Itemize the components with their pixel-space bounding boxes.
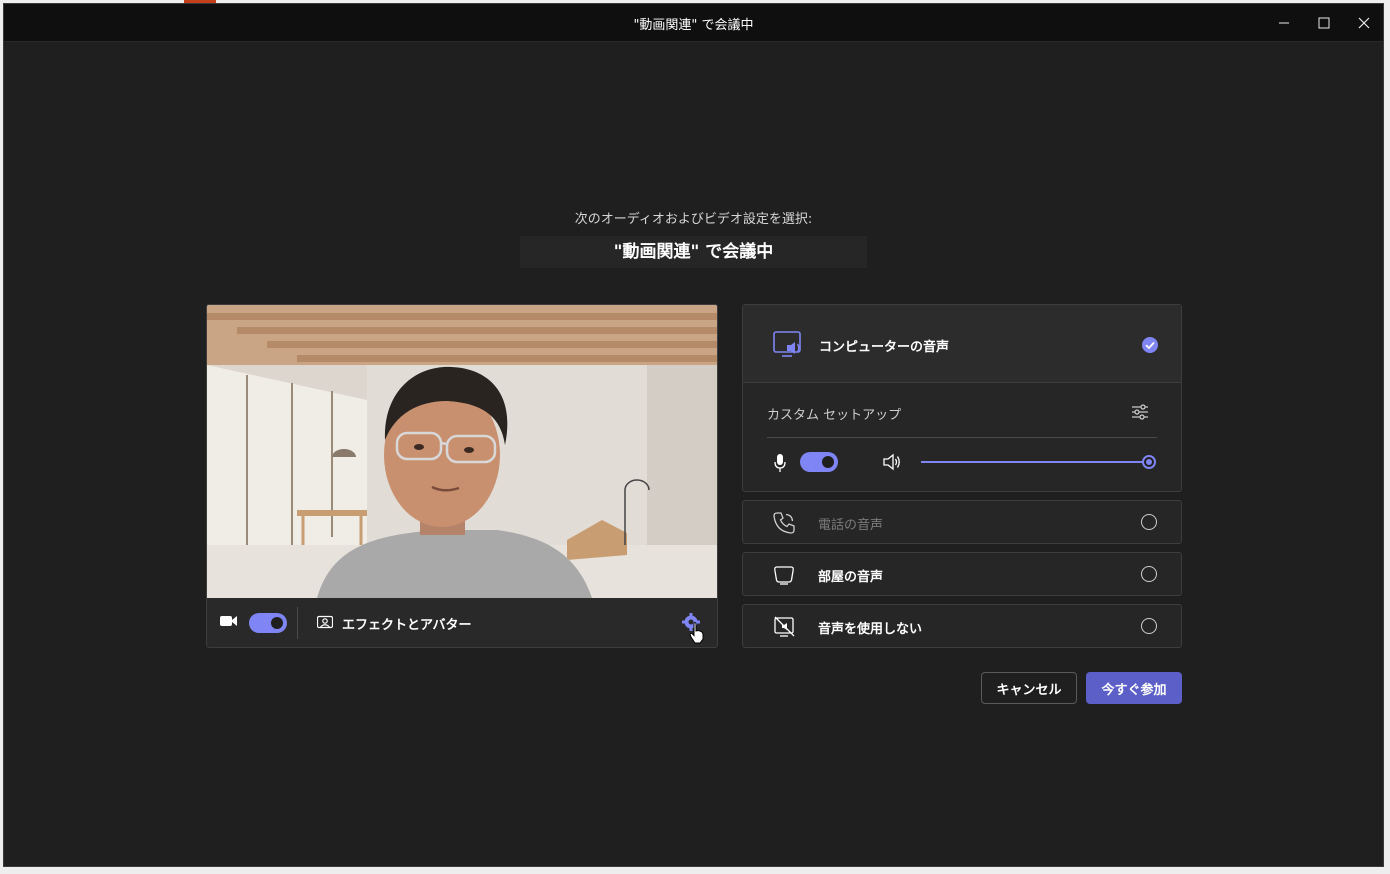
room-icon (774, 566, 794, 585)
speaker-icon (883, 453, 900, 471)
computer-audio-icon (773, 331, 801, 357)
phone-audio-option[interactable]: 電話の音声 (742, 500, 1182, 544)
computer-audio-label: コンピューターの音声 (819, 340, 950, 355)
join-now-button[interactable]: 今すぐ参加 (1086, 672, 1182, 704)
camera-icon (220, 616, 237, 626)
phone-audio-label: 電話の音声 (818, 518, 884, 533)
phone-audio-radio[interactable] (1141, 514, 1157, 530)
custom-setup-label: カスタム セットアップ (767, 408, 902, 423)
effects-avatars-button[interactable]: エフェクトとアバター (342, 614, 471, 633)
toolbar-divider (297, 607, 298, 639)
close-icon (1358, 17, 1370, 29)
no-audio-icon (774, 616, 795, 637)
maximize-icon (1318, 17, 1330, 29)
camera-preview-image (207, 305, 717, 598)
computer-audio-card: コンピューターの音声 カスタム セットアップ (742, 304, 1182, 492)
window-title: "動画関連" で会議中 (633, 18, 754, 33)
no-audio-radio[interactable] (1141, 618, 1157, 634)
room-audio-label: 部屋の音声 (818, 570, 884, 585)
minimize-button[interactable] (1264, 4, 1304, 42)
minimize-icon (1279, 22, 1289, 24)
close-button[interactable] (1344, 4, 1383, 42)
microphone-toggle[interactable] (800, 452, 838, 472)
microphone-icon (774, 454, 786, 472)
cancel-button[interactable]: キャンセル (981, 672, 1077, 704)
video-toolbar: エフェクトとアバター (207, 598, 717, 647)
no-audio-option[interactable]: 音声を使用しない (742, 604, 1182, 648)
maximize-button[interactable] (1304, 4, 1344, 42)
selected-check-icon (1142, 337, 1158, 353)
meeting-window: "動画関連" で会議中 次のオーディオおよびビデオ設定を選択: "動画関連" で… (3, 3, 1384, 867)
computer-audio-option[interactable]: コンピューターの音声 (743, 305, 1181, 383)
phone-icon (773, 512, 795, 534)
room-audio-option[interactable]: 部屋の音声 (742, 552, 1182, 596)
meeting-name: "動画関連" で会議中 (520, 236, 867, 268)
effects-icon (317, 615, 333, 629)
speaker-volume-slider[interactable] (921, 461, 1149, 463)
camera-preview (207, 305, 717, 598)
audio-settings-sliders-icon[interactable] (1131, 404, 1149, 420)
camera-toggle[interactable] (249, 613, 287, 633)
video-preview-panel: エフェクトとアバター (206, 304, 718, 648)
pointer-cursor-icon (689, 622, 704, 644)
prejoin-subtitle: 次のオーディオおよびビデオ設定を選択: (574, 212, 813, 227)
title-bar: "動画関連" で会議中 (4, 4, 1383, 42)
custom-setup-divider (767, 437, 1157, 438)
speaker-volume-thumb[interactable] (1142, 455, 1156, 469)
no-audio-label: 音声を使用しない (818, 622, 923, 637)
room-audio-radio[interactable] (1141, 566, 1157, 582)
